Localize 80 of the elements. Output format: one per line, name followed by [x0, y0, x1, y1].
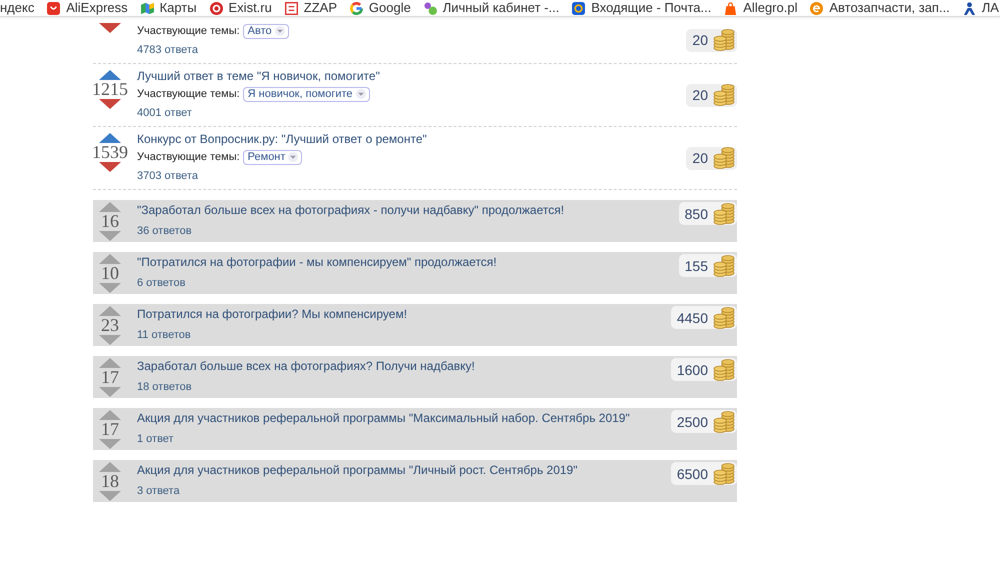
- mail-logo-icon: [572, 2, 586, 14]
- person-icon: [962, 2, 976, 14]
- coins-icon: [713, 410, 735, 432]
- contest-title-link[interactable]: Лучший ответ в теме "Я новичок, помогите": [137, 68, 686, 84]
- reward-amount: 2500: [676, 414, 708, 430]
- vote-count: 1215: [92, 81, 128, 98]
- vote-count: 17: [101, 421, 119, 438]
- bookmark-link[interactable]: Google: [350, 0, 411, 16]
- bookmark-link[interactable]: ЛА: [962, 0, 999, 16]
- bookmark-link[interactable]: ZZAP: [284, 0, 337, 16]
- map-icon: [140, 2, 154, 14]
- answers-link[interactable]: 4783 ответа: [137, 41, 686, 59]
- shopping-bag-icon: [724, 2, 738, 14]
- topic-dropdown[interactable]: Я новичок, помогите: [242, 86, 370, 102]
- contest-title-link[interactable]: Заработал больше всех на фотографиях? Получи надбавку!: [137, 358, 671, 374]
- topic-dropdown[interactable]: Ремонт: [242, 150, 302, 164]
- vote-count: 23: [101, 317, 119, 334]
- reward-amount: 20: [692, 87, 708, 103]
- up-arrow-icon[interactable]: [99, 462, 121, 472]
- up-arrow-icon[interactable]: [99, 202, 121, 212]
- answers-link[interactable]: 6 ответов: [137, 275, 679, 291]
- segmented-ring-icon: [350, 2, 363, 14]
- coins-icon: [713, 462, 735, 484]
- down-arrow-icon[interactable]: [99, 99, 121, 109]
- coins-icon: [713, 84, 735, 106]
- reward-amount: 6500: [676, 466, 708, 482]
- vote-count: 18: [101, 473, 119, 490]
- bookmark-link[interactable]: Автозапчасти, зап...: [810, 0, 950, 16]
- bookmark-link[interactable]: Личный кабинет -...: [424, 0, 560, 16]
- reward-amount: 155: [684, 258, 708, 274]
- answers-link[interactable]: 1 ответ: [137, 431, 671, 447]
- bookmark-link[interactable]: Входящие - Почта...: [572, 0, 712, 16]
- coins-icon: [713, 306, 735, 328]
- answers-link[interactable]: 18 ответов: [137, 379, 671, 395]
- up-arrow-icon[interactable]: [99, 358, 121, 368]
- caret-icon: [356, 89, 366, 99]
- contest-title-link[interactable]: Конкурс от Вопросник.ру: "Лучший ответ о ремонте": [137, 131, 686, 147]
- bookmark-link[interactable]: ндекс: [0, 0, 34, 16]
- contest-title-link[interactable]: Акция для участников реферальной программы "Максимальный набор. Сентябрь 2019": [137, 410, 671, 426]
- coins-icon: [713, 147, 735, 169]
- topics-label: Участвующие темы:: [137, 25, 240, 37]
- topics-label: Участвующие темы:: [137, 88, 240, 100]
- contest-title-link[interactable]: Потратился на фотографии? Мы компенсируем!: [137, 306, 671, 322]
- caret-icon: [288, 152, 298, 162]
- coins-icon: [713, 254, 735, 276]
- bookmark-link[interactable]: Allegro.pl: [724, 0, 798, 16]
- vote-count: 16: [101, 213, 119, 230]
- topics-label: Участвующие темы:: [137, 151, 240, 163]
- answers-link[interactable]: 36 ответов: [137, 223, 679, 239]
- down-arrow-icon[interactable]: [99, 23, 121, 33]
- contest-title-link[interactable]: "Потратился на фотографии - мы компенсируем" продолжается!: [137, 254, 679, 270]
- contest-title-link[interactable]: "Заработал больше всех на фотографиях - получи надбавку" продолжается!: [137, 202, 679, 218]
- bookmark-link[interactable]: Exist.ru: [210, 0, 272, 16]
- answers-link[interactable]: 3703 ответа: [137, 167, 686, 185]
- reward-amount: 1600: [676, 362, 708, 378]
- coins-icon: [713, 202, 735, 224]
- answers-link[interactable]: 11 ответов: [137, 327, 671, 343]
- caret-icon: [274, 26, 285, 36]
- reward-amount: 850: [684, 206, 708, 222]
- reward-amount: 20: [692, 150, 708, 166]
- bookmark-link[interactable]: AliExpress: [47, 0, 128, 16]
- vote-count: 17: [101, 369, 119, 386]
- coins-icon: [713, 29, 735, 51]
- bookmark-link[interactable]: Карты: [140, 0, 197, 16]
- up-arrow-icon[interactable]: [99, 70, 121, 80]
- dots-icon: [424, 2, 437, 14]
- down-arrow-icon[interactable]: [99, 162, 121, 172]
- up-arrow-icon[interactable]: [99, 133, 121, 143]
- coins-icon: [713, 358, 735, 380]
- up-arrow-icon[interactable]: [99, 306, 121, 316]
- reward-amount: 20: [692, 32, 708, 48]
- up-arrow-icon[interactable]: [99, 410, 121, 420]
- contest-title-link[interactable]: Акция для участников реферальной программы "Личный рост. Сентябрь 2019": [137, 462, 671, 478]
- reward-amount: 4450: [676, 310, 708, 326]
- vote-count: 1539: [92, 144, 128, 161]
- answers-link[interactable]: 4001 ответ: [137, 104, 686, 122]
- answers-link[interactable]: 3 ответа: [137, 483, 671, 499]
- topic-dropdown[interactable]: Авто: [242, 24, 289, 38]
- vote-count: 10: [101, 265, 119, 282]
- up-arrow-icon[interactable]: [99, 254, 121, 264]
